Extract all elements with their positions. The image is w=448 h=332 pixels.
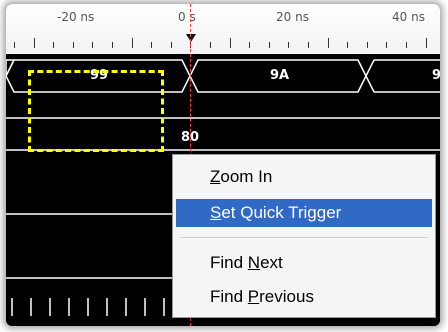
- set-quick-trigger-hotkey: S: [210, 203, 222, 222]
- selection-box[interactable]: [28, 70, 164, 152]
- cursor-value-label: 80: [181, 130, 200, 145]
- find-next-prefix: Find: [210, 253, 248, 272]
- find-previous-prefix: Find: [210, 287, 248, 306]
- ruler-tick: [72, 42, 74, 48]
- ruler-tick: [327, 38, 329, 48]
- find-previous-suffix: revious: [259, 287, 314, 306]
- ruler-tick: [347, 42, 349, 48]
- ruler-tick: [210, 42, 211, 48]
- bus-trace-9: [365, 59, 440, 93]
- ruler-tick: [92, 42, 94, 48]
- ruler-tick: [288, 42, 290, 48]
- ruler-label-minus20: -20 ns: [57, 10, 95, 24]
- zoom-in-label: oom In: [220, 167, 273, 186]
- ruler-tick: [33, 38, 35, 48]
- menu-item-set-quick-trigger[interactable]: Set Quick Trigger: [176, 199, 432, 227]
- menu-separator: [181, 237, 427, 239]
- ruler-label-0: 0 s: [178, 10, 196, 24]
- set-quick-trigger-label: et Quick Trigger: [221, 203, 342, 222]
- find-previous-hotkey: P: [247, 287, 260, 306]
- time-ruler[interactable]: -20 ns 0 s 20 ns 40 ns: [6, 4, 440, 54]
- ruler-tick: [112, 42, 113, 48]
- bus-value-9a: 9A: [270, 68, 290, 83]
- ruler-tick: [425, 38, 427, 48]
- menu-item-find-next[interactable]: Find Next: [176, 249, 432, 277]
- ruler-tick: [406, 42, 407, 48]
- menu-item-zoom-in[interactable]: Zoom In: [176, 163, 432, 191]
- ruler-tick: [366, 42, 368, 48]
- waveform-viewer[interactable]: -20 ns 0 s 20 ns 40 ns 99 9A 9 80 Zoom I…: [6, 4, 440, 326]
- ruler-tick: [308, 42, 309, 48]
- clock-trace: [11, 298, 165, 316]
- find-next-suffix: ext: [260, 253, 283, 272]
- ruler-tick: [170, 42, 172, 48]
- zoom-in-hotkey: Z: [210, 167, 221, 186]
- menu-item-find-previous[interactable]: Find Previous: [176, 283, 432, 311]
- ruler-label-20: 20 ns: [276, 10, 309, 24]
- context-menu[interactable]: Zoom In Set Quick Trigger Find Next Find…: [172, 154, 436, 318]
- ruler-tick: [131, 38, 133, 48]
- ruler-tick: [14, 42, 15, 48]
- ruler-label-40: 40 ns: [392, 10, 425, 24]
- ruler-tick: [151, 42, 153, 48]
- ruler-tick: [249, 42, 251, 48]
- find-next-hotkey: N: [247, 253, 261, 272]
- ruler-tick: [229, 38, 231, 48]
- trigger-marker-icon[interactable]: [186, 34, 196, 42]
- ruler-tick: [268, 42, 270, 48]
- bus-value-9: 9: [432, 68, 440, 83]
- ruler-tick: [53, 42, 55, 48]
- ruler-tick: [386, 42, 388, 48]
